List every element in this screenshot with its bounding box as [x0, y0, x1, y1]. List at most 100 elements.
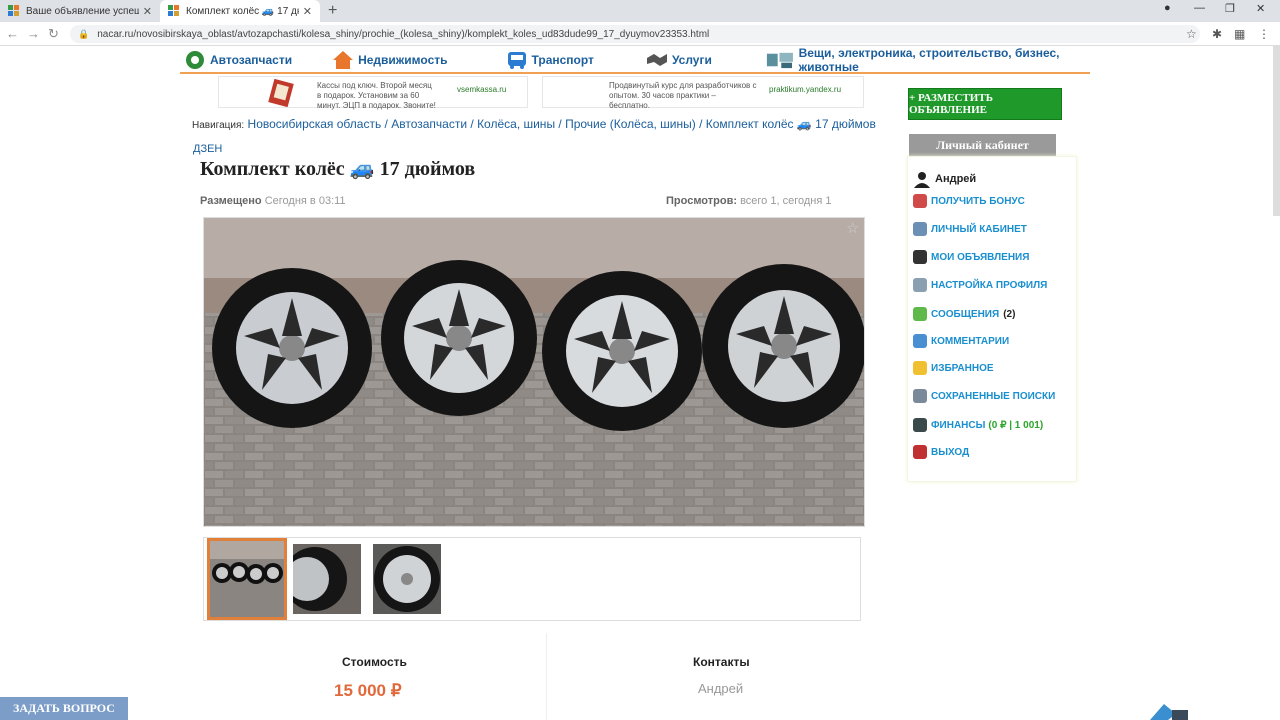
menu-item[interactable]: СООБЩЕНИЯ (2)	[913, 307, 1015, 321]
breadcrumb-link[interactable]: Колёса, шины	[477, 117, 555, 131]
menu-item-label: СОХРАНЕННЫЕ ПОИСКИ	[931, 390, 1056, 402]
thumbnail-image	[293, 544, 361, 614]
category-auto-parts[interactable]: Автозапчасти	[184, 50, 292, 70]
ad-text: Кассы под ключ. Второй месяц в подарок. …	[317, 81, 436, 110]
views-label: Просмотров:	[666, 195, 738, 207]
menu-item-label: ВЫХОД	[931, 446, 970, 458]
breadcrumb: Навигация: Новосибирская область / Автоз…	[192, 117, 876, 131]
price-contacts-panel: Стоимость 15 000 ₽ Контакты Андрей	[200, 633, 868, 720]
extension-app-icon[interactable]: ▦	[1234, 27, 1245, 41]
price-value: 15 000 ₽	[334, 681, 402, 700]
menu-item-label: ФИНАНСЫ	[931, 419, 986, 431]
menu-item-count: (2)	[1003, 308, 1016, 320]
ad-text: Продвинутый курс для разработчиков с опы…	[609, 81, 757, 110]
category-transport[interactable]: Транспорт	[506, 50, 594, 70]
exit-icon	[913, 445, 927, 459]
category-real-estate[interactable]: Недвижимость	[332, 50, 448, 70]
thumbnail[interactable]	[207, 538, 287, 620]
menu-item[interactable]: КОММЕНТАРИИ	[913, 334, 1009, 348]
gift-icon	[913, 194, 927, 208]
menu-icon[interactable]: ⋮	[1258, 27, 1270, 41]
site-favicon-icon	[168, 5, 179, 16]
close-window-icon[interactable]: ✕	[1256, 2, 1265, 15]
dzen-link[interactable]: ДЗЕН	[193, 143, 222, 155]
browser-tab-2-title: Комплект колёс 🚙 17 дюймов	[186, 5, 299, 17]
ad-domain: praktikum.yandex.ru	[769, 85, 842, 94]
minimize-icon[interactable]: —	[1194, 2, 1205, 14]
price-heading: Стоимость	[342, 655, 407, 669]
back-icon[interactable]: ←	[6, 26, 19, 41]
extensions-icon[interactable]: ✱	[1212, 27, 1222, 41]
browser-tab-1[interactable]: Ваше объявление успешно добавлено ✕	[0, 0, 160, 22]
thumbnail-image	[210, 541, 284, 617]
contact-name[interactable]: Андрей	[698, 681, 743, 696]
message-icon	[913, 307, 927, 321]
bus-icon	[507, 51, 526, 69]
menu-item-label: НАСТРОЙКА ПРОФИЛЯ	[931, 279, 1048, 291]
ad-banner[interactable]: Продвинутый курс для разработчиков с опы…	[542, 76, 864, 110]
url-text: nacar.ru/novosibirskaya_oblast/avtozapch…	[97, 28, 710, 40]
views-info: Просмотров: всего 1, сегодня 1	[666, 195, 831, 207]
wheel	[212, 268, 372, 428]
menu-item[interactable]: НАСТРОЙКА ПРОФИЛЯ	[913, 278, 1047, 292]
breadcrumb-link[interactable]: Автозапчасти	[391, 117, 467, 131]
star-icon	[913, 361, 927, 375]
wheel	[702, 264, 864, 428]
thumbnail-strip	[203, 537, 861, 621]
things-icon	[766, 52, 793, 68]
category-services[interactable]: Услуги	[646, 50, 712, 70]
post-ad-button[interactable]: + РАЗМЕСТИТЬ ОБЪЯВЛЕНИЕ	[908, 88, 1062, 120]
category-menu: Автозапчасти Недвижимость Транспорт Услу…	[180, 46, 1090, 74]
posted-label: Размещено	[200, 195, 262, 207]
browser-tab-1-title: Ваше объявление успешно добавлено	[26, 5, 139, 17]
breadcrumb-current: Комплект колёс 🚙 17 дюймов	[705, 117, 876, 131]
comment-icon	[913, 334, 927, 348]
site-favicon-icon	[8, 5, 19, 16]
menu-item[interactable]: МОИ ОБЪЯВЛЕНИЯ	[913, 250, 1029, 264]
main-photo[interactable]	[203, 217, 865, 527]
breadcrumb-link[interactable]: Новосибирская область	[248, 117, 382, 131]
breadcrumb-link[interactable]: Прочие (Колёса, шины)	[565, 117, 696, 131]
close-tab-icon[interactable]: ✕	[303, 5, 312, 18]
category-label: Автозапчасти	[210, 52, 293, 67]
menu-item[interactable]: ИЗБРАННОЕ	[913, 361, 994, 375]
url-field[interactable]: 🔒 nacar.ru/novosibirskaya_oblast/avtozap…	[70, 25, 1200, 43]
ad-banner[interactable]: Кассы под ключ. Второй месяц в подарок. …	[218, 76, 528, 110]
views-value: всего 1, сегодня 1	[740, 195, 832, 207]
page-title: Комплект колёс 🚙 17 дюймов	[200, 158, 476, 180]
house-icon	[333, 50, 354, 69]
menu-item[interactable]: ФИНАНСЫ (0 ₽ | 1 001)	[913, 418, 1043, 432]
menu-item-label: СООБЩЕНИЯ	[931, 308, 1000, 320]
thumbnail[interactable]	[373, 544, 441, 614]
settings-icon	[913, 278, 927, 292]
ask-question-button[interactable]: ЗАДАТЬ ВОПРОС	[0, 697, 128, 720]
new-tab-icon[interactable]: +	[328, 2, 337, 20]
search-icon	[913, 389, 927, 403]
user-name: Андрей	[935, 173, 977, 185]
bookmark-star-icon[interactable]: ☆	[1186, 27, 1197, 41]
reload-icon[interactable]: ↻	[48, 26, 59, 42]
menu-item[interactable]: ВЫХОД	[913, 445, 969, 459]
browser-tab-2[interactable]: Комплект колёс 🚙 17 дюймов ✕	[160, 0, 320, 22]
forward-icon[interactable]: →	[27, 26, 40, 41]
thumbnail[interactable]	[293, 544, 361, 614]
favorite-star-icon[interactable]: ☆	[846, 219, 859, 237]
ads-strip: Кассы под ключ. Второй месяц в подарок. …	[218, 76, 864, 110]
thumbnail-image	[373, 544, 441, 614]
menu-item[interactable]: СОХРАНЕННЫЕ ПОИСКИ	[913, 389, 1055, 403]
user-profile[interactable]: Андрей	[913, 170, 976, 188]
wheels-photo	[204, 218, 864, 526]
user-avatar-icon	[914, 172, 930, 188]
breadcrumb-label: Навигация:	[192, 120, 245, 131]
maximize-icon[interactable]: ❐	[1225, 2, 1235, 15]
category-things[interactable]: Вещи, электроника, строительство, бизнес…	[766, 46, 1090, 74]
scrollbar[interactable]	[1273, 46, 1280, 216]
menu-item-label: КОММЕНТАРИИ	[931, 335, 1010, 347]
menu-item[interactable]: ПОЛУЧИТЬ БОНУС	[913, 194, 1025, 208]
menu-item[interactable]: ЛИЧНЫЙ КАБИНЕТ	[913, 222, 1027, 236]
chat-widget-icon[interactable]	[1146, 700, 1194, 720]
address-bar-row: ← → ↻ 🔒 nacar.ru/novosibirskaya_oblast/a…	[0, 22, 1280, 46]
menu-item-label: ИЗБРАННОЕ	[931, 362, 994, 374]
profile-icon[interactable]: ●	[1164, 2, 1171, 14]
close-tab-icon[interactable]: ✕	[143, 5, 152, 18]
